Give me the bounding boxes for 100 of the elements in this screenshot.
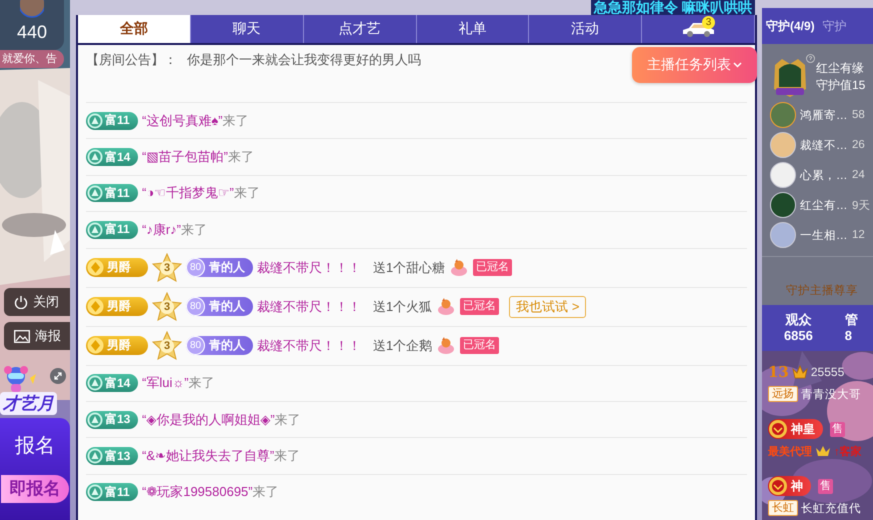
triangle-icon: [87, 185, 103, 202]
crowned-tag: 已冠名: [460, 298, 500, 316]
marquee-text: 就爱你、告: [0, 50, 64, 68]
triangle-icon: [87, 149, 103, 166]
user-tag: 远扬: [768, 386, 798, 402]
gift-icon: [436, 296, 456, 317]
guardian-name: 红尘有缘: [816, 60, 865, 77]
guard-days: 26: [852, 139, 865, 151]
level-text: 富11: [105, 484, 130, 501]
tab[interactable]: 点才艺: [304, 15, 416, 43]
noble-text: 男爵: [107, 259, 131, 276]
stat-label: 管: [844, 312, 858, 328]
noble-text: 男爵: [107, 298, 131, 316]
fan-level: 80: [186, 297, 205, 316]
user-title: 最美代理: [768, 444, 812, 458]
guard-days: 24: [852, 169, 865, 181]
crowned-tag: 已冠名: [473, 259, 512, 276]
user-name: 长虹充值代: [801, 501, 861, 516]
triangle-icon: [87, 222, 103, 238]
guard-tab[interactable]: 守护(4/9): [766, 18, 815, 34]
triangle-icon: [87, 112, 103, 129]
guard-tab[interactable]: 守护: [822, 18, 847, 34]
user-name: 裁缝不带尺！！！: [257, 336, 361, 355]
privilege-text: 守护主播尊享: [785, 283, 859, 298]
level-text: 富13: [105, 448, 130, 465]
tab[interactable]: 全部: [78, 15, 191, 43]
triangle-icon: [87, 484, 103, 500]
banner-text: 急急那如律令 嘛咪叭哄哄: [591, 0, 755, 15]
user-tag: 长虹: [768, 500, 798, 516]
level-text: 富14: [105, 148, 130, 166]
gift-icon: [449, 258, 470, 278]
crown-icon: [792, 365, 808, 379]
gift-text: 送1个甜心糖: [373, 258, 446, 277]
tab[interactable]: 聊天: [190, 15, 304, 43]
guard-days: 12: [852, 229, 865, 241]
guardian-name: 裁缝不…: [800, 138, 848, 152]
fan-name: 青的人: [209, 259, 245, 276]
level-text: 富11: [105, 112, 130, 130]
avatar: [770, 222, 796, 248]
announcement-label: 【房间公告】：: [86, 52, 177, 67]
fan-name: 青的人: [209, 337, 245, 354]
gift-icon: [436, 336, 456, 356]
noble-text: 男爵: [107, 337, 131, 354]
count-text: 440: [16, 22, 48, 42]
level-text: 富11: [105, 221, 130, 238]
avatar: [770, 162, 796, 188]
stat-value: 6856: [784, 328, 813, 344]
entry-message: “◈你是我的人啊姐姐◈”来了: [142, 410, 301, 429]
avatar: [20, 0, 44, 18]
stat-value: 8: [844, 328, 852, 344]
sale-tag: 售: [830, 422, 845, 436]
avatar: [770, 102, 796, 128]
guard-days: 9天: [852, 198, 870, 212]
rank-text: 神: [791, 478, 803, 494]
guardian-name: 红尘有…: [800, 198, 848, 212]
signup-button[interactable]: 即报名: [1, 475, 69, 503]
fan-level: 80: [186, 336, 205, 356]
user-name: ↑客家: [834, 444, 862, 458]
close-button[interactable]: 关闭: [4, 288, 70, 316]
user-name: 裁缝不带尺！！！: [257, 298, 361, 316]
crown-icon: [815, 445, 831, 457]
entry-message: “♪康r♪”来了: [142, 220, 207, 239]
entry-message: “❁玩家199580695”来了: [142, 483, 279, 502]
gift-text: 送1个火狐: [373, 298, 432, 316]
gift-text: 送1个企鹅: [373, 336, 432, 355]
stat-label: 观众: [785, 312, 812, 328]
triangle-icon: [87, 412, 103, 428]
medal-icon: [768, 476, 788, 496]
power-icon: [14, 295, 28, 309]
image-icon: [14, 330, 30, 342]
entry-message: “军lui☼”来了: [142, 374, 215, 392]
announcement-text: 你是那个一来就会让我变得更好的男人吗: [187, 52, 421, 67]
fan-name: 青的人: [209, 298, 245, 316]
poster-button[interactable]: 海报: [4, 322, 70, 350]
sale-tag: 售: [818, 478, 833, 494]
caret-icon: [733, 62, 742, 68]
entry-message: “&❧她让我失去了自尊”来了: [142, 447, 300, 466]
triangle-icon: [87, 448, 103, 464]
user-name: 裁缝不带尺！！！: [257, 258, 361, 277]
entry-message: “◑☜千指梦鬼☞”来了: [142, 184, 260, 202]
level-text: 富13: [105, 411, 130, 428]
medal-icon: [768, 419, 788, 439]
promo-title: 才艺月: [0, 392, 57, 415]
entry-message: “这创号真难♠”来了: [142, 112, 249, 130]
triangle-icon: [87, 375, 103, 392]
level-number: 13: [768, 363, 789, 381]
crowned-tag: 已冠名: [460, 337, 500, 354]
help-icon: [806, 54, 815, 63]
count-badge: 3: [702, 16, 716, 29]
guardian-value: 守护值15: [816, 77, 866, 94]
expand-icon: [50, 368, 66, 384]
tab[interactable]: 礼单: [416, 15, 530, 43]
promo-text: 报名: [15, 434, 55, 459]
mascot-drawing: [2, 366, 38, 392]
level-text: 富14: [105, 374, 130, 392]
rank-text: 神皇: [791, 420, 815, 438]
score-text: 25555: [810, 365, 844, 379]
fan-level: 80: [186, 258, 205, 278]
guardian-name: 鸿雁寄…: [800, 108, 848, 122]
guardian-name: 一生相…: [800, 228, 848, 242]
